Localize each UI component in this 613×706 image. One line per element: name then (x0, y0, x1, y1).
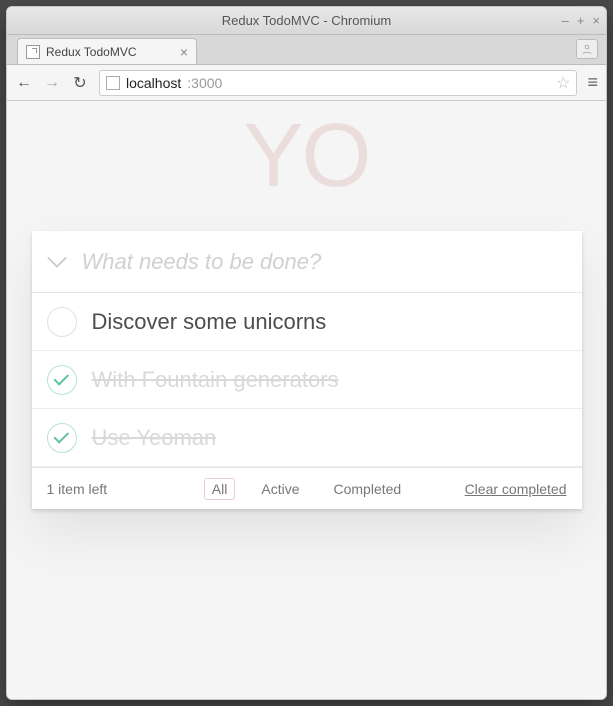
window-minimize-button[interactable]: – (562, 13, 569, 28)
address-bar[interactable]: localhost :3000 ☆ (99, 70, 577, 96)
todo-checkbox[interactable] (47, 307, 77, 337)
todo-label[interactable]: With Fountain generators (92, 367, 582, 393)
tab-close-icon[interactable]: × (180, 44, 188, 60)
window-title: Redux TodoMVC - Chromium (222, 13, 392, 28)
todo-item: Use Yeoman (32, 409, 582, 467)
clear-completed-button[interactable]: Clear completed (465, 481, 567, 497)
todo-check-wrap (32, 365, 92, 395)
tab-strip: Redux TodoMVC × (7, 35, 606, 65)
todo-list: Discover some unicorns With Fountain gen… (32, 293, 582, 467)
page-icon (26, 45, 40, 59)
url-port: :3000 (187, 75, 222, 91)
todo-checkbox[interactable] (47, 365, 77, 395)
filter-completed[interactable]: Completed (325, 478, 409, 500)
forward-button[interactable]: → (43, 74, 61, 92)
window-maximize-button[interactable]: + (577, 13, 585, 28)
todo-app: Discover some unicorns With Fountain gen… (32, 231, 582, 509)
filter-all[interactable]: All (204, 478, 236, 500)
new-todo-row (32, 231, 582, 293)
toggle-all-button[interactable] (32, 249, 82, 275)
todo-footer: 1 item left All Active Completed Clear c… (32, 467, 582, 509)
back-button[interactable]: ← (15, 74, 33, 92)
browser-tab[interactable]: Redux TodoMVC × (17, 38, 197, 64)
todo-item: With Fountain generators (32, 351, 582, 409)
todo-label[interactable]: Discover some unicorns (92, 309, 582, 335)
tab-title: Redux TodoMVC (46, 45, 137, 59)
filter-active[interactable]: Active (253, 478, 307, 500)
browser-window: Redux TodoMVC - Chromium – + × Redux Tod… (6, 6, 607, 700)
todo-check-wrap (32, 307, 92, 337)
window-titlebar: Redux TodoMVC - Chromium – + × (7, 7, 606, 35)
person-icon (581, 43, 593, 55)
bookmark-star-icon[interactable]: ☆ (556, 73, 570, 93)
profile-button[interactable] (576, 39, 598, 59)
browser-toolbar: ← → ↻ localhost :3000 ☆ ≡ (7, 65, 606, 101)
page-viewport: YO Discover some unicorns (7, 101, 606, 699)
url-host: localhost (126, 75, 181, 91)
todo-item: Discover some unicorns (32, 293, 582, 351)
site-info-icon[interactable] (106, 76, 120, 90)
reload-button[interactable]: ↻ (71, 73, 89, 93)
todo-check-wrap (32, 423, 92, 453)
todo-checkbox[interactable] (47, 423, 77, 453)
chevron-down-icon (46, 255, 68, 269)
browser-menu-button[interactable]: ≡ (587, 72, 598, 93)
todo-label[interactable]: Use Yeoman (92, 425, 582, 451)
window-close-button[interactable]: × (592, 13, 600, 28)
new-todo-input[interactable] (82, 249, 582, 275)
app-title: YO (7, 111, 606, 201)
window-buttons: – + × (562, 7, 600, 34)
